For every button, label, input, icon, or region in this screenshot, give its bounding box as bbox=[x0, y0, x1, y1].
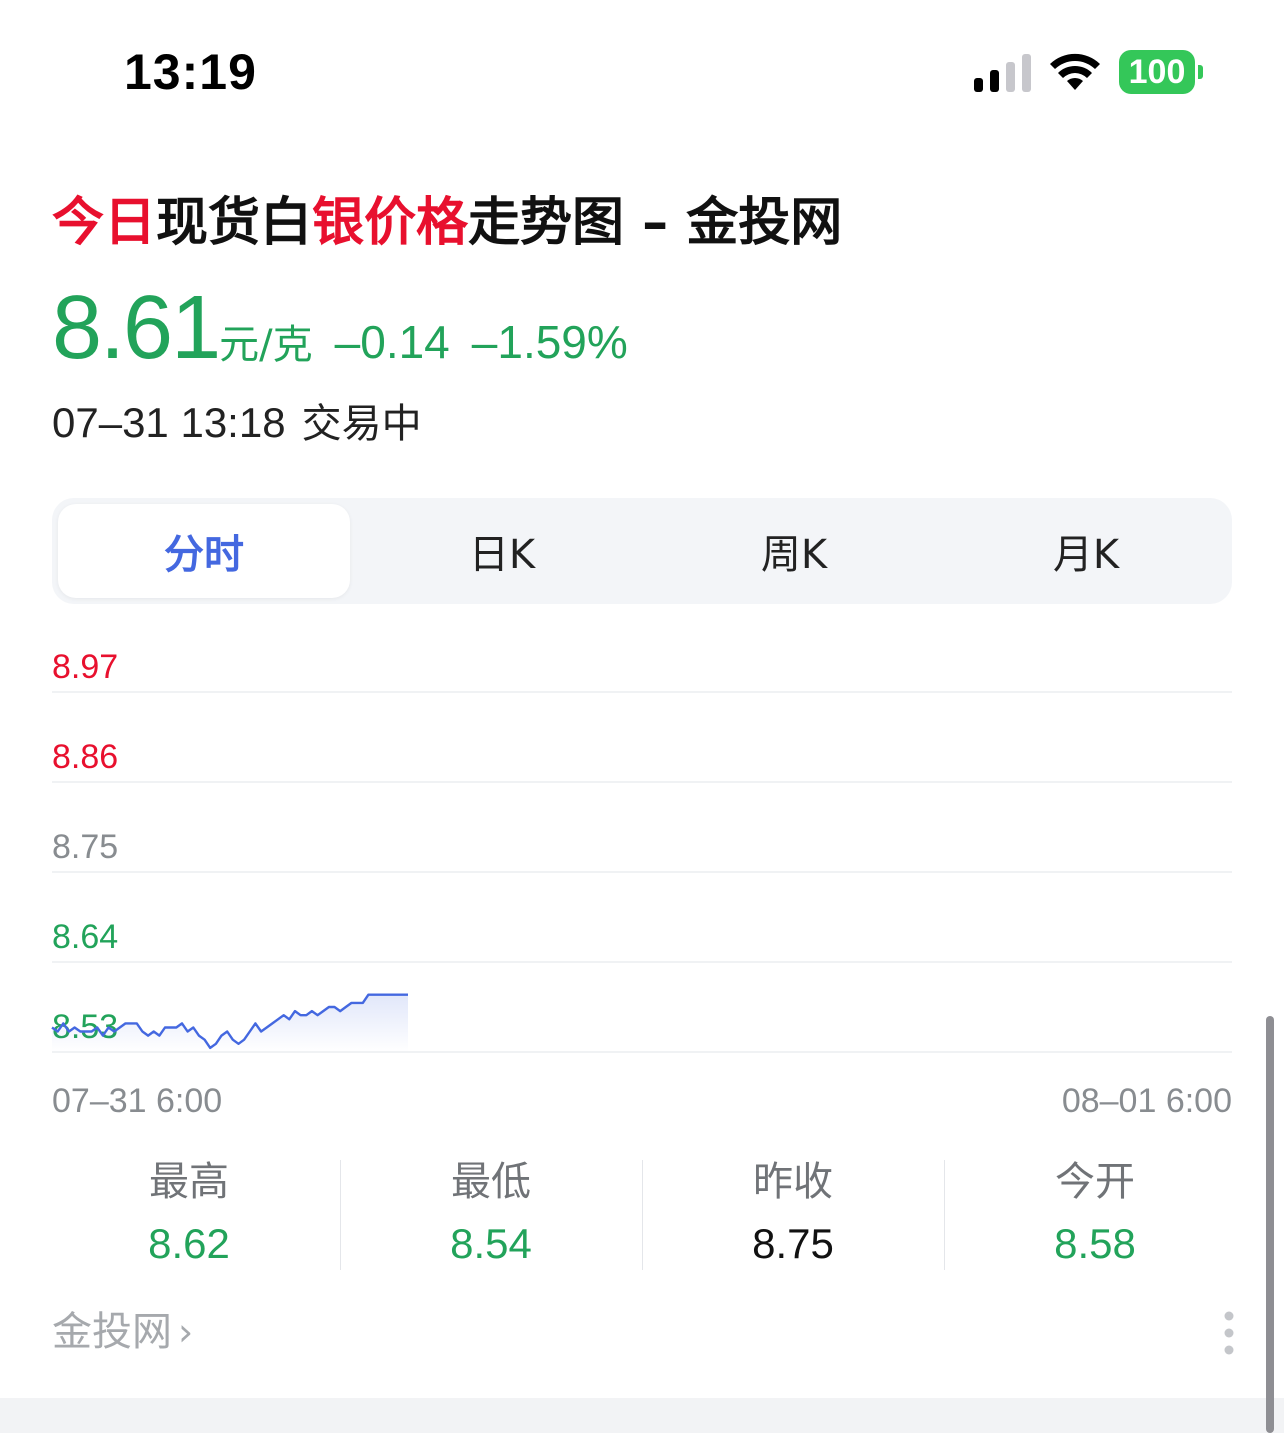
price-chart: 8.97 8.86 8.75 8.64 8.53 07–31 6:00 08–01 6:00 bbox=[0, 620, 1284, 1140]
tab-intraday[interactable]: 分时 bbox=[58, 504, 350, 598]
chart-period-tabs: 分时 日K 周K 月K bbox=[52, 498, 1232, 604]
tab-monthly-k[interactable]: 月K bbox=[940, 498, 1232, 604]
quote-time: 07–31 13:18 bbox=[52, 399, 286, 446]
stat-item: 昨收 8.75 bbox=[642, 1152, 944, 1282]
battery-body: 100 bbox=[1119, 50, 1195, 94]
stat-value: 8.75 bbox=[752, 1220, 834, 1267]
page-title: 今日现货白银价格走势图 – 金投网 bbox=[52, 188, 842, 258]
more-vertical-icon[interactable] bbox=[1218, 1310, 1240, 1356]
market-status: 交易中 bbox=[301, 401, 422, 447]
tab-daily-k[interactable]: 日K bbox=[356, 498, 648, 604]
stat-label: 昨收 bbox=[753, 1159, 833, 1205]
tab-label: 周K bbox=[760, 532, 828, 578]
stat-item: 今开 8.58 bbox=[944, 1152, 1246, 1282]
battery-indicator: 100 bbox=[1119, 50, 1205, 94]
battery-cap bbox=[1198, 65, 1203, 79]
y-tick-label: 8.75 bbox=[52, 828, 118, 866]
price-stats: 最高 8.62 最低 8.54 昨收 8.75 今开 8.58 bbox=[38, 1152, 1246, 1282]
title-segment: 走势图 – 金投网 bbox=[468, 193, 843, 253]
bottom-divider-band bbox=[0, 1398, 1284, 1433]
tab-label: 月K bbox=[1052, 532, 1120, 578]
stat-label: 最低 bbox=[451, 1159, 531, 1205]
battery-level: 100 bbox=[1128, 53, 1186, 91]
title-segment: 银价格 bbox=[312, 193, 469, 253]
source-link[interactable]: 金投网 › bbox=[52, 1304, 193, 1360]
price-row: 8.61元/克 –0.14 –1.59% bbox=[52, 278, 628, 378]
status-time: 13:19 bbox=[124, 44, 257, 100]
source-name: 金投网 bbox=[52, 1309, 172, 1355]
trade-timestamp: 07–31 13:18 交易中 bbox=[52, 396, 422, 451]
stat-value: 8.62 bbox=[148, 1220, 230, 1267]
price-unit: 元/克 bbox=[219, 322, 313, 368]
stat-label: 今开 bbox=[1055, 1159, 1135, 1205]
wifi-icon bbox=[1050, 53, 1100, 90]
y-tick-label: 8.64 bbox=[52, 918, 118, 956]
price-change-percent: –1.59% bbox=[471, 316, 628, 368]
stat-item: 最低 8.54 bbox=[340, 1152, 642, 1282]
stat-item: 最高 8.62 bbox=[38, 1152, 340, 1282]
title-segment: 今日 bbox=[52, 193, 157, 253]
title-segment: 现货白 bbox=[156, 193, 313, 253]
y-tick-label: 8.97 bbox=[52, 648, 118, 686]
tab-label: 分时 bbox=[164, 532, 244, 578]
scrollbar-thumb[interactable] bbox=[1266, 1016, 1274, 1433]
x-axis-start-label: 07–31 6:00 bbox=[52, 1082, 222, 1120]
price-change: –0.14 bbox=[334, 316, 450, 368]
cellular-signal-icon bbox=[974, 54, 1031, 92]
stat-label: 最高 bbox=[149, 1159, 229, 1205]
stat-value: 8.54 bbox=[450, 1220, 532, 1267]
y-tick-label: 8.86 bbox=[52, 738, 118, 776]
chevron-right-icon: › bbox=[178, 1310, 194, 1354]
current-price: 8.61 bbox=[52, 278, 221, 378]
stat-value: 8.58 bbox=[1054, 1220, 1136, 1267]
tab-label: 日K bbox=[468, 532, 536, 578]
status-bar: 13:19 100 bbox=[0, 0, 1284, 140]
price-chart-svg: 8.978.868.758.648.5307–31 6:00 08–01 6:00 bbox=[51, 648, 1232, 1120]
tab-weekly-k[interactable]: 周K bbox=[648, 498, 940, 604]
x-axis-end-label: 08–01 6:00 bbox=[1062, 1082, 1232, 1120]
